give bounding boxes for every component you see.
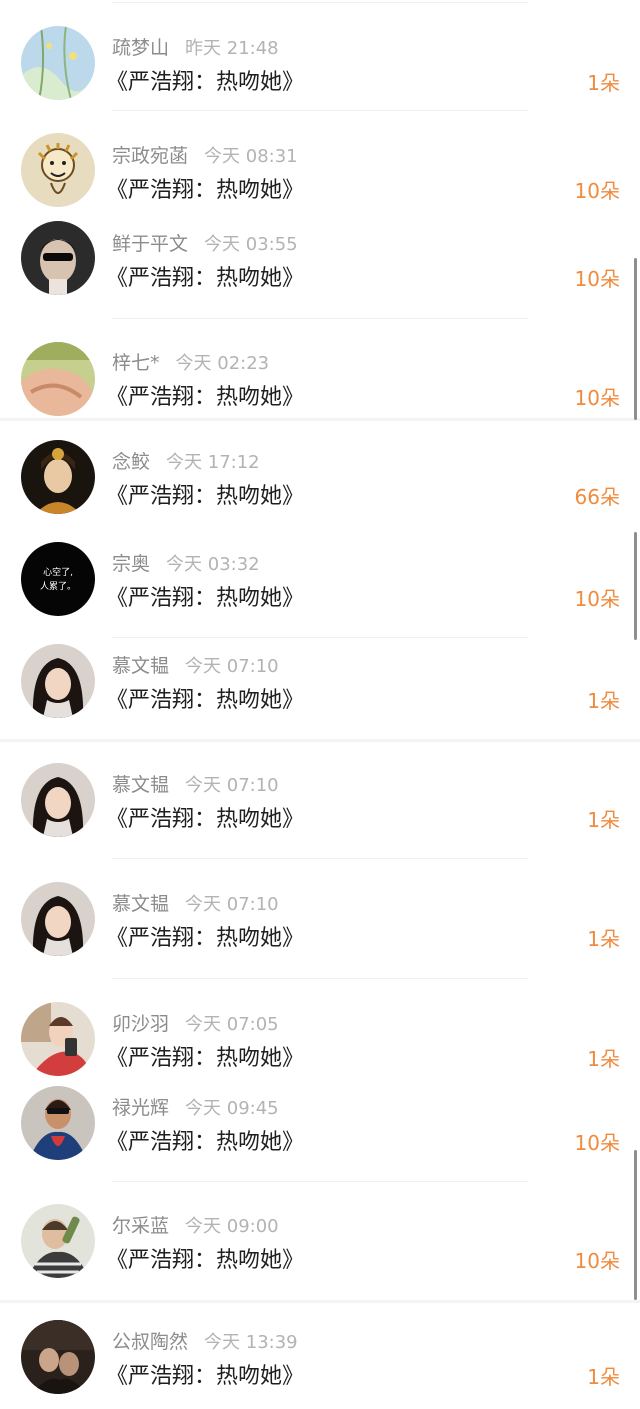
- list-item[interactable]: 慕文韫 今天 07:10 《严浩翔：热吻她》 1朵: [0, 869, 640, 965]
- timestamp: 今天 08:31: [204, 146, 298, 167]
- divider: [112, 978, 528, 979]
- list-item[interactable]: 卯沙羽 今天 07:05 《严浩翔：热吻她》 1朵: [0, 989, 640, 1085]
- timestamp: 今天 03:32: [166, 554, 260, 575]
- user-name[interactable]: 卯沙羽: [112, 1013, 169, 1035]
- avatar[interactable]: [21, 763, 95, 837]
- user-name[interactable]: 宗奥: [112, 553, 150, 575]
- flower-count: 10朵: [574, 386, 620, 410]
- avatar[interactable]: [21, 26, 95, 100]
- timestamp: 今天 13:39: [204, 1332, 298, 1353]
- book-title: 《严浩翔：热吻她》: [106, 1046, 305, 1071]
- list-item[interactable]: 疏梦山 昨天 21:48 《严浩翔：热吻她》 1朵: [0, 0, 640, 100]
- book-title: 《严浩翔：热吻她》: [106, 586, 305, 611]
- timestamp: 昨天 21:48: [185, 38, 279, 59]
- list-item[interactable]: 尔采蓝 今天 09:00 《严浩翔：热吻她》 10朵: [0, 1191, 640, 1287]
- book-title: 《严浩翔：热吻她》: [106, 1364, 305, 1389]
- divider: [112, 1181, 528, 1182]
- avatar-text-line2: 人累了。: [40, 581, 76, 592]
- avatar[interactable]: [21, 644, 95, 718]
- timestamp: 今天 02:23: [175, 353, 270, 374]
- timestamp: 今天 17:12: [166, 452, 260, 473]
- list-item[interactable]: 梓七* 今天 02:23 《严浩翔：热吻她》 10朵: [0, 315, 640, 416]
- flower-count: 1朵: [587, 927, 620, 951]
- divider: [112, 858, 528, 859]
- flower-count: 1朵: [587, 1365, 620, 1389]
- list-item[interactable]: 慕文韫 今天 07:10 《严浩翔：热吻她》 1朵: [0, 750, 640, 846]
- avatar[interactable]: [21, 882, 95, 956]
- book-title: 《严浩翔：热吻她》: [106, 484, 305, 509]
- avatar-text-line1: 心空了,: [43, 566, 73, 578]
- user-name[interactable]: 禄光辉: [112, 1097, 169, 1119]
- flower-count: 1朵: [587, 1047, 620, 1071]
- timestamp: 今天 07:05: [185, 1014, 279, 1035]
- list-item[interactable]: 慕文韫 今天 07:10 《严浩翔：热吻她》 1朵: [0, 630, 640, 726]
- section-separator: [0, 739, 640, 742]
- list-item[interactable]: 宗政宛菡 今天 08:31 《严浩翔：热吻她》 10朵: [0, 108, 640, 207]
- user-name[interactable]: 尔采蓝: [112, 1215, 169, 1237]
- user-name[interactable]: 慕文韫: [112, 655, 169, 677]
- scrollbar[interactable]: [634, 532, 637, 640]
- user-name[interactable]: 公叔陶然: [112, 1331, 188, 1353]
- flower-count: 66朵: [574, 485, 620, 509]
- timestamp: 今天 09:00: [185, 1216, 279, 1237]
- flower-count: 1朵: [587, 71, 620, 95]
- book-title: 《严浩翔：热吻她》: [106, 266, 305, 291]
- timestamp: 今天 09:45: [185, 1098, 279, 1119]
- list-item[interactable]: 念鲛 今天 17:12 《严浩翔：热吻她》 66朵: [0, 426, 640, 522]
- book-title: 《严浩翔：热吻她》: [106, 926, 305, 951]
- avatar[interactable]: [21, 1002, 95, 1076]
- user-name[interactable]: 慕文韫: [112, 774, 169, 796]
- avatar[interactable]: [21, 1320, 95, 1394]
- list-item[interactable]: 鲜于平文 今天 03:55 《严浩翔：热吻她》 10朵: [0, 196, 640, 295]
- flower-count: 10朵: [574, 267, 620, 291]
- timestamp: 今天 03:55: [204, 234, 298, 255]
- user-name[interactable]: 念鲛: [112, 451, 150, 473]
- timestamp: 今天 07:10: [185, 775, 279, 796]
- scrollbar[interactable]: [634, 1150, 637, 1300]
- flower-count: 10朵: [574, 587, 620, 611]
- avatar[interactable]: 心空了, 人累了。: [21, 542, 95, 616]
- timestamp: 今天 07:10: [185, 894, 279, 915]
- user-name[interactable]: 疏梦山: [112, 37, 169, 59]
- list-item[interactable]: 公叔陶然 今天 13:39 《严浩翔：热吻她》 1朵: [0, 1307, 640, 1403]
- book-title: 《严浩翔：热吻她》: [106, 70, 305, 95]
- flower-count: 1朵: [587, 808, 620, 832]
- flower-count: 10朵: [574, 1131, 620, 1155]
- book-title: 《严浩翔：热吻她》: [106, 1130, 305, 1155]
- user-name[interactable]: 鲜于平文: [112, 233, 188, 255]
- timestamp: 今天 07:10: [185, 656, 279, 677]
- book-title: 《严浩翔：热吻她》: [106, 1248, 305, 1273]
- avatar[interactable]: [21, 342, 95, 416]
- section-separator: [0, 418, 640, 421]
- flower-count: 1朵: [587, 689, 620, 713]
- user-name[interactable]: 宗政宛菡: [112, 145, 188, 167]
- flower-count: 10朵: [574, 1249, 620, 1273]
- avatar[interactable]: [21, 221, 95, 295]
- list-item[interactable]: 禄光辉 今天 09:45 《严浩翔：热吻她》 10朵: [0, 1073, 640, 1169]
- avatar[interactable]: [21, 1086, 95, 1160]
- book-title: 《严浩翔：热吻她》: [106, 688, 305, 713]
- avatar[interactable]: [21, 440, 95, 514]
- avatar[interactable]: [21, 1204, 95, 1278]
- list-item[interactable]: 心空了, 人累了。 宗奥 今天 03:32 《严浩翔：热吻她》 10朵: [0, 528, 640, 624]
- section-separator: [0, 1300, 640, 1303]
- book-title: 《严浩翔：热吻她》: [106, 807, 305, 832]
- user-name[interactable]: 慕文韫: [112, 893, 169, 915]
- book-title: 《严浩翔：热吻她》: [106, 385, 305, 410]
- scrollbar[interactable]: [634, 258, 637, 420]
- user-name[interactable]: 梓七*: [112, 352, 160, 374]
